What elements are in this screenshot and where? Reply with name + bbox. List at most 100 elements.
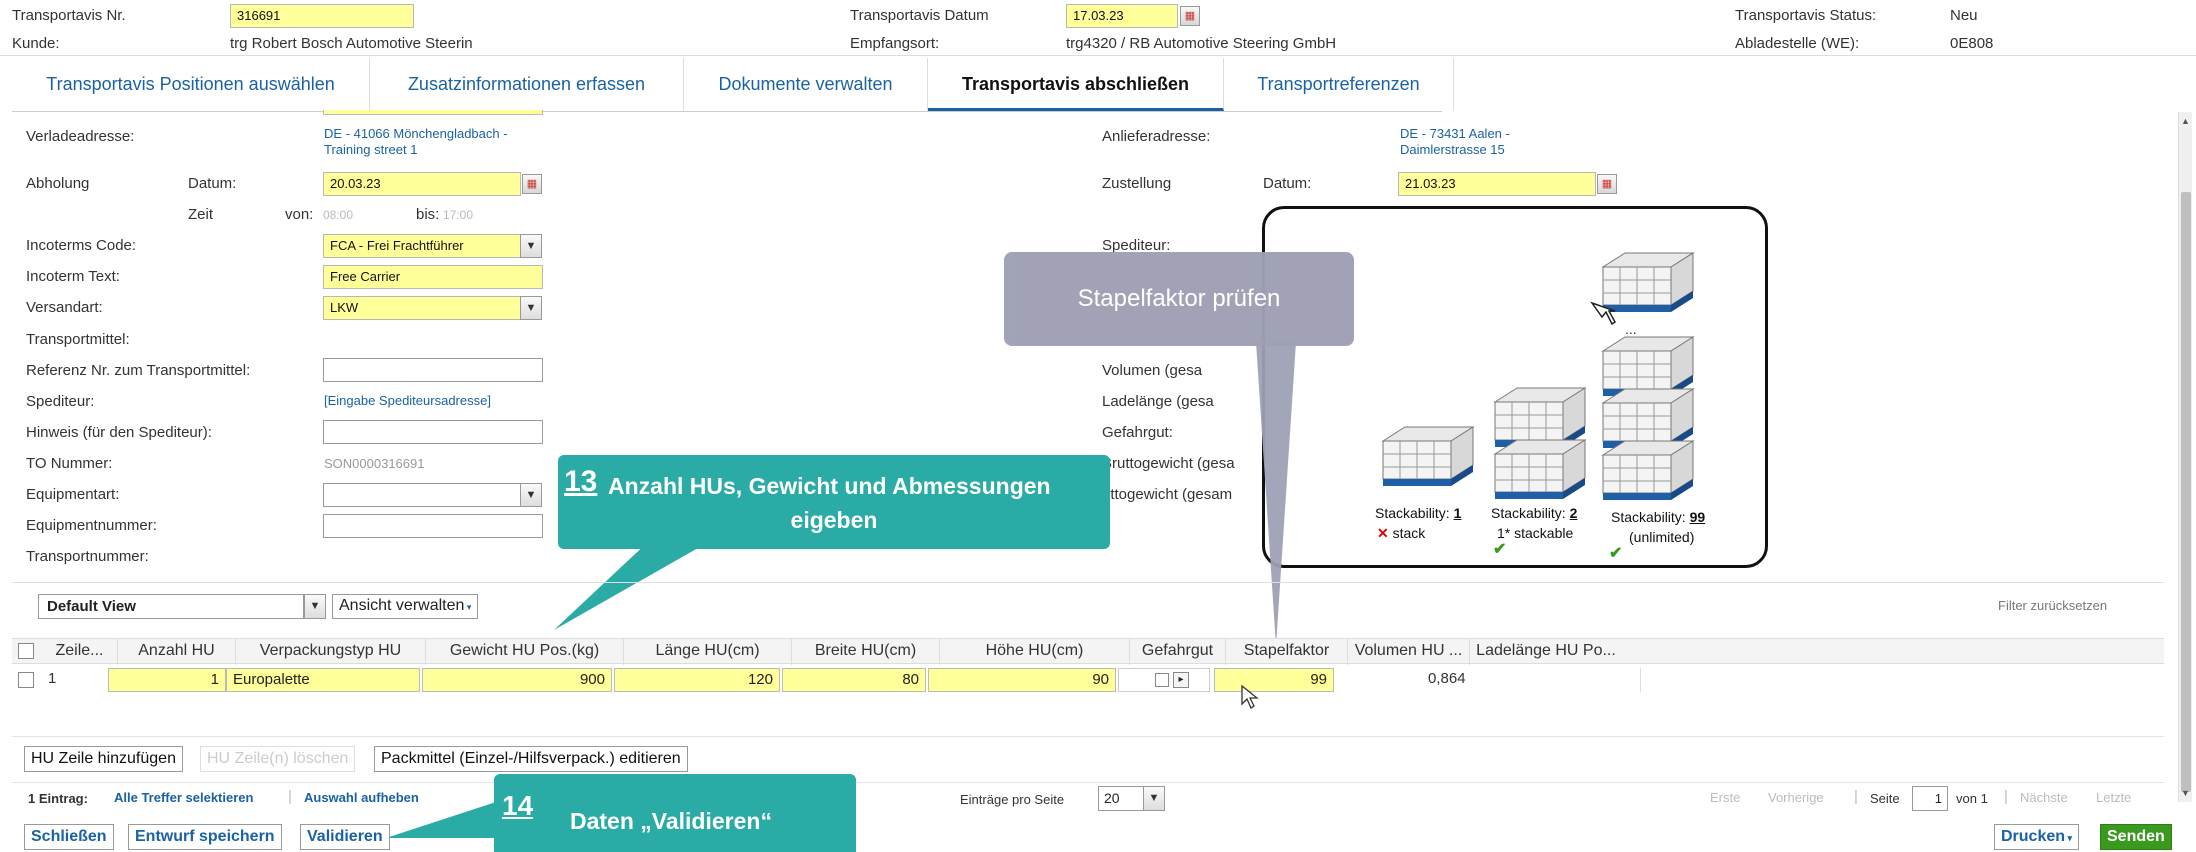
calendar-icon[interactable]: ▦ (522, 174, 542, 194)
vorherige-link[interactable]: Vorherige (1768, 790, 1824, 805)
incoterms-code-select[interactable]: FCA - Frei Frachtführer (323, 234, 521, 258)
transportavis-datum-field[interactable]: 17.03.23 (1066, 4, 1178, 28)
chevron-down-icon[interactable]: ▼ (304, 594, 326, 619)
calendar-icon[interactable]: ▦ (1180, 6, 1200, 26)
scroll-up-icon[interactable]: ▲ (2181, 116, 2190, 126)
to-nummer-value: SON0000316691 (324, 456, 425, 471)
tab-dokumente[interactable]: Dokumente verwalten (684, 58, 928, 111)
drucken-button[interactable]: Drucken ▾ (1994, 824, 2080, 850)
hoehe-input[interactable]: 90 (928, 668, 1116, 692)
schliessen-button[interactable]: Schließen (24, 824, 114, 850)
packmittel-editieren-button[interactable]: Packmittel (Einzel-/Hilfsverpack.) editi… (374, 746, 688, 772)
select-all-checkbox[interactable] (18, 643, 34, 659)
stack-sub-2: 1* stackable (1497, 525, 1574, 541)
referenz-input[interactable] (323, 358, 543, 382)
transportavis-nr-label: Transportavis Nr. (12, 7, 126, 24)
view-select[interactable]: Default View (38, 594, 304, 619)
callout-13: 13 Anzahl HUs, Gewicht und Abmessungen e… (558, 455, 1110, 549)
chevron-down-icon[interactable]: ▼ (1143, 786, 1165, 811)
breite-input[interactable]: 80 (782, 668, 926, 692)
laenge-input[interactable]: 120 (614, 668, 780, 692)
stack-label-3: Stackability: 99 (1611, 509, 1706, 525)
check-icon: ✔ (1493, 541, 1507, 558)
hu-zeile-hinzufuegen-button[interactable]: HU Zeile hinzufügen (24, 746, 183, 772)
senden-button[interactable]: Senden (2100, 824, 2172, 850)
col-hoehe[interactable]: Höhe HU(cm) (940, 639, 1130, 665)
transportavis-nr-field[interactable]: 316691 (230, 4, 414, 28)
naechste-link[interactable]: Nächste (2020, 790, 2068, 805)
gefahrgut-checkbox[interactable] (1155, 673, 1169, 687)
hinweis-input[interactable] (323, 420, 543, 444)
incoterm-text-field[interactable]: Free Carrier (323, 265, 543, 289)
stack-sub-3: (unlimited) (1629, 529, 1695, 545)
clipped-field (323, 110, 543, 115)
filter-reset-link[interactable]: Filter zurücksetzen (1998, 598, 2107, 613)
abladestelle-label: Abladestelle (WE): (1735, 35, 1860, 52)
ansicht-verwalten-button[interactable]: Ansicht verwalten ▾ (332, 594, 479, 619)
col-gewicht[interactable]: Gewicht HU Pos.(kg) (426, 639, 624, 665)
stapelfaktor-callout: Stapelfaktor prüfen (1004, 252, 1354, 346)
stack-sub-1: ✕ stack (1377, 525, 1426, 541)
abholung-datum-field[interactable]: 20.03.23 (323, 172, 521, 196)
von-label: von: (285, 206, 314, 223)
bis-value[interactable]: 17:00 (443, 208, 473, 222)
scroll-thumb[interactable] (2181, 192, 2191, 792)
versandart-select[interactable]: LKW (323, 296, 521, 320)
spediteur-label: Spediteur: (26, 393, 95, 410)
chevron-down-icon[interactable]: ▼ (520, 483, 542, 507)
letzte-link[interactable]: Letzte (2096, 790, 2131, 805)
col-laenge[interactable]: Länge HU(cm) (624, 639, 792, 665)
to-nummer-label: TO Nummer: (26, 455, 113, 472)
abholung-datum-label: Datum: (188, 175, 237, 192)
empfangsort-value: trg4320 / RB Automotive Steering GmbH (1066, 35, 1337, 52)
calendar-icon[interactable]: ▦ (1597, 174, 1617, 194)
tab-transportreferenzen[interactable]: Transportreferenzen (1224, 58, 1454, 111)
gewicht-input[interactable]: 900 (422, 668, 612, 692)
callout-13-line2: eigeben (790, 507, 878, 533)
col-volumen[interactable]: Volumen HU ... (1348, 639, 1470, 665)
col-breite[interactable]: Breite HU(cm) (792, 639, 940, 665)
entwurf-speichern-button[interactable]: Entwurf speichern (128, 824, 282, 850)
tab-positionen[interactable]: Transportavis Positionen auswählen (12, 58, 370, 111)
col-verpackungstyp[interactable]: Verpackungstyp HU (236, 639, 426, 665)
kunde-value: trg Robert Bosch Automotive Steerin (230, 35, 473, 52)
equipmentart-select[interactable] (323, 483, 521, 507)
eintraege-select[interactable]: 20 (1098, 786, 1144, 811)
verpackungstyp-input[interactable]: Europalette (226, 668, 420, 692)
tab-abschliessen[interactable]: Transportavis abschließen (928, 58, 1224, 111)
hu-zeile-loeschen-button[interactable]: HU Zeile(n) löschen (200, 746, 356, 772)
seite-input[interactable]: 1 (1912, 786, 1948, 811)
referenz-label: Referenz Nr. zum Transportmittel: (26, 362, 251, 379)
abladestelle-value: 0E808 (1950, 35, 1994, 52)
col-zeile[interactable]: Zeile... (42, 639, 118, 665)
pager-separator: | (288, 788, 292, 805)
document-icon[interactable]: ▸ (1173, 672, 1189, 688)
col-gefahrgut[interactable]: Gefahrgut (1130, 639, 1226, 665)
alle-selektieren-link[interactable]: Alle Treffer selektieren (114, 790, 253, 805)
erste-link[interactable]: Erste (1710, 790, 1740, 805)
versandart-label: Versandart: (26, 299, 103, 316)
stapelfaktor-input[interactable]: 99 (1214, 668, 1334, 692)
equipmentnummer-input[interactable] (323, 514, 543, 538)
chevron-down-icon[interactable]: ▼ (520, 234, 542, 258)
spediteur-link[interactable]: [Eingabe Spediteursadresse] (324, 393, 491, 408)
zeit-label: Zeit (188, 206, 214, 223)
bis-label: bis: (416, 206, 440, 223)
col-ladelaenge[interactable]: Ladelänge HU Po... (1470, 639, 1622, 665)
col-stapelfaktor[interactable]: Stapelfaktor (1226, 639, 1348, 665)
transportmittel-label: Transportmittel: (26, 331, 130, 348)
chevron-down-icon[interactable]: ▼ (520, 296, 542, 320)
anzahl-hu-input[interactable]: 1 (108, 668, 226, 692)
row-checkbox[interactable] (18, 672, 34, 688)
cross-icon: ✕ (1377, 525, 1389, 541)
seite-von: von 1 (1956, 791, 1988, 806)
validieren-button[interactable]: Validieren (300, 824, 390, 850)
von-value[interactable]: 08:00 (323, 208, 353, 222)
empfangsort-label: Empfangsort: (850, 35, 940, 52)
tab-zusatzinformationen[interactable]: Zusatzinformationen erfassen (370, 58, 684, 111)
zustellung-datum-field[interactable]: 21.03.23 (1398, 172, 1596, 196)
col-anzahl-hu[interactable]: Anzahl HU (118, 639, 236, 665)
scrollbar[interactable]: ▲ ▼ (2178, 112, 2192, 802)
scroll-down-icon[interactable]: ▼ (2181, 788, 2190, 798)
callout-13-number: 13 (564, 465, 598, 498)
